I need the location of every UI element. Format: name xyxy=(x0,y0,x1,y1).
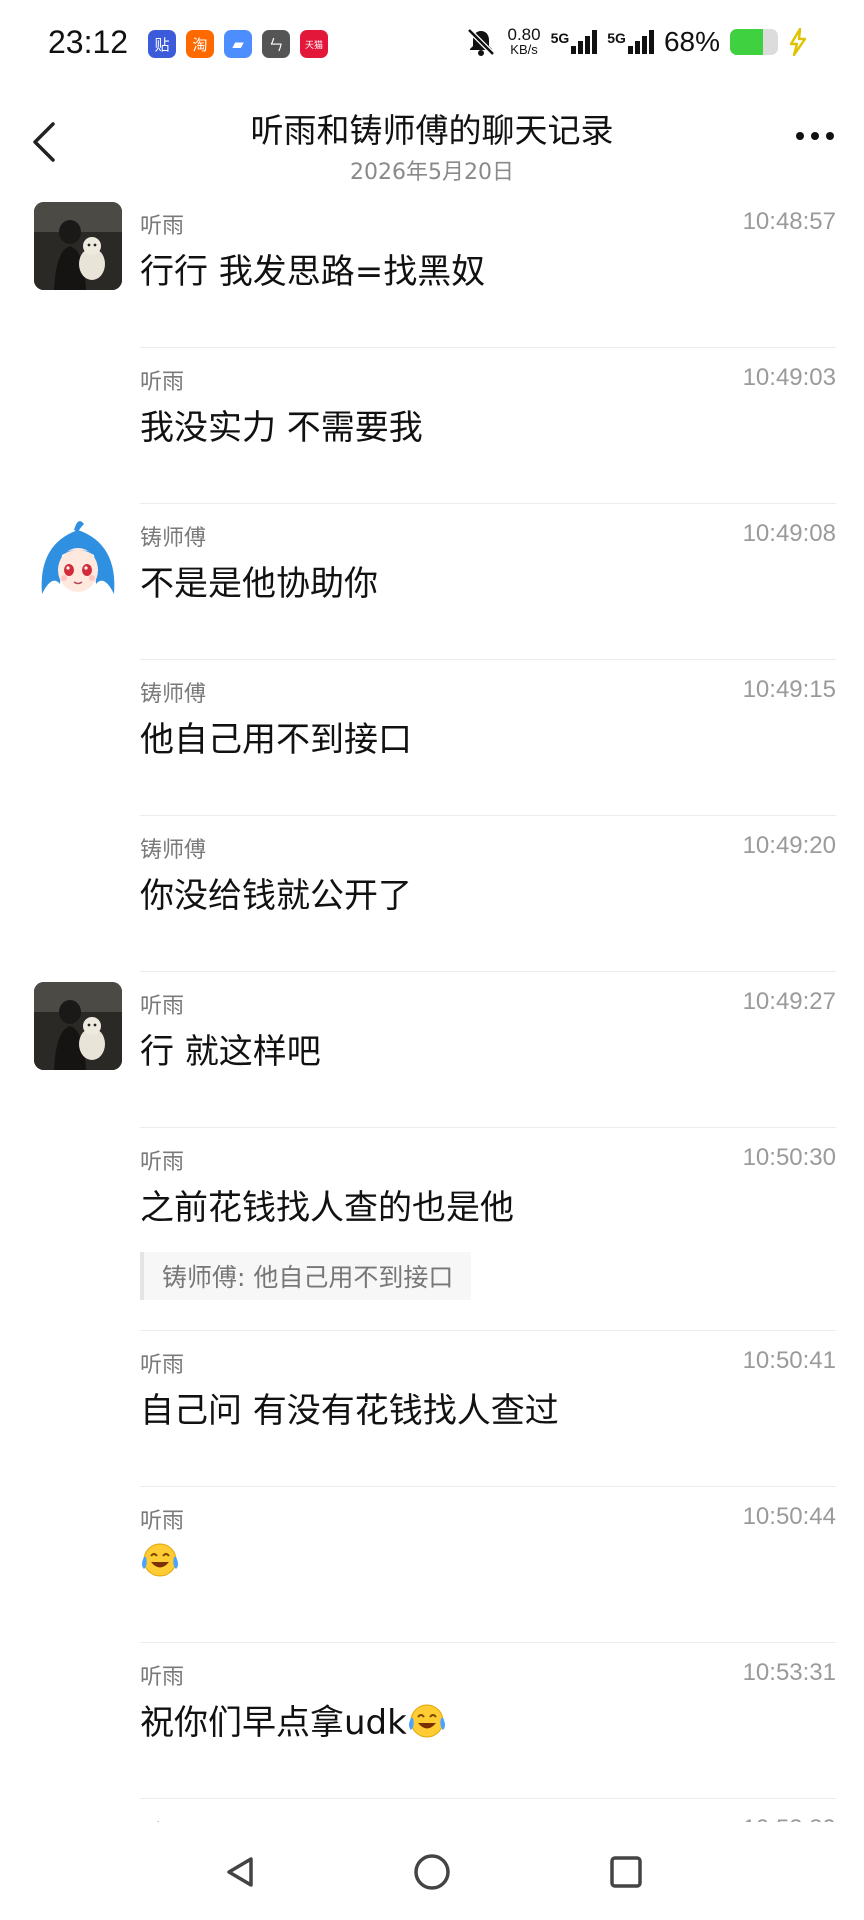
message-text: 我没实力 不需要我 xyxy=(140,400,423,449)
message-item[interactable]: 听雨 10:53:39 xyxy=(0,1799,864,1822)
message-time: 10:49:15 xyxy=(742,676,836,703)
message-time: 10:49:20 xyxy=(742,832,836,859)
status-time: 23:12 xyxy=(48,24,129,60)
status-indicators: 0.80 KB/s 5G 5G 68% xyxy=(465,26,808,58)
sender-name: 铸师傅 xyxy=(140,526,207,551)
message-text-content: 之前花钱找人查的也是他 xyxy=(140,1188,514,1228)
message-text: 之前花钱找人查的也是他 xyxy=(140,1180,514,1229)
sender-name: 听雨 xyxy=(140,1353,185,1378)
message-text-content: 他自己用不到接口 xyxy=(140,720,412,760)
sender-name: 听雨 xyxy=(140,1150,185,1175)
message-text-content: 不是是他协助你 xyxy=(140,564,378,604)
bell-muted-icon xyxy=(467,28,496,56)
more-options-button[interactable] xyxy=(796,132,834,140)
sender-name: 听雨 xyxy=(140,1509,185,1534)
message-text-content: 行 就这样吧 xyxy=(140,1032,321,1072)
sender-name: 听雨 xyxy=(140,1815,184,1822)
message-text-content: 我没实力 不需要我 xyxy=(140,408,423,448)
sender-name: 听雨 xyxy=(140,994,185,1019)
sender-name: 铸师傅 xyxy=(140,682,207,707)
message-text-content: 行行 我发思路=找黑奴 xyxy=(140,252,486,292)
message-text: 不是是他协助你 xyxy=(140,556,378,605)
triangle-back-icon xyxy=(227,1857,253,1887)
message-time: 10:49:03 xyxy=(742,364,836,391)
charging-bolt-icon xyxy=(789,28,807,56)
message-text: 自己问 有没有花钱找人查过 xyxy=(140,1383,559,1432)
message-item[interactable]: 铸师傅 10:49:15 他自己用不到接口 xyxy=(0,660,864,816)
message-time: 10:53:39 xyxy=(743,1815,836,1822)
message-text: 你没给钱就公开了 xyxy=(140,868,412,917)
message-item[interactable]: 听雨 10:50:41 自己问 有没有花钱找人查过 xyxy=(0,1331,864,1487)
sim2-label: 5G xyxy=(607,30,626,46)
sender-name: 听雨 xyxy=(140,370,185,395)
message-item[interactable]: 听雨 10:49:27 行 就这样吧 xyxy=(0,972,864,1128)
network-speed-value: 0.80 xyxy=(507,25,541,44)
sync-icon: ㄣ xyxy=(262,30,290,58)
sender-name: 听雨 xyxy=(140,1665,185,1690)
message-text-content: 自己问 有没有花钱找人查过 xyxy=(140,1391,559,1431)
chat-bubbles-icon: ▰ xyxy=(224,30,252,58)
avatar[interactable] xyxy=(34,982,122,1070)
page-title: 听雨和铸师傅的聊天记录 xyxy=(250,111,614,150)
message-time: 10:53:31 xyxy=(742,1659,836,1686)
message-text: 他自己用不到接口 xyxy=(140,712,412,761)
network-speed: 0.80 KB/s xyxy=(507,25,541,57)
chat-history-header: 听雨和铸师傅的聊天记录 2026年5月20日 xyxy=(0,92,864,192)
nav-home-button[interactable] xyxy=(404,1844,460,1900)
square-recents-icon xyxy=(610,1856,642,1888)
avatar[interactable] xyxy=(34,202,122,290)
signal-sim1: 5G xyxy=(551,30,598,54)
tieba-icon: 贴 xyxy=(148,30,176,58)
circle-home-icon xyxy=(414,1854,450,1890)
tmall-icon: 天猫 xyxy=(300,30,328,58)
message-item[interactable]: 听雨 10:48:57 行行 我发思路=找黑奴 xyxy=(0,192,864,348)
signal-bars-icon xyxy=(571,30,598,54)
battery-percent: 68% xyxy=(663,26,720,57)
message-time: 10:49:08 xyxy=(742,520,836,547)
notification-app-icons: 贴淘 ▰ ㄣ天猫 xyxy=(148,30,328,58)
signal-bars-icon xyxy=(627,30,654,54)
taobao-icon: 淘 xyxy=(186,30,214,58)
message-text: 行行 我发思路=找黑奴 xyxy=(140,244,485,293)
message-text: 祝你们早点拿udk xyxy=(140,1695,447,1744)
message-item[interactable]: 听雨 10:49:03 我没实力 不需要我 xyxy=(0,348,864,504)
laugh-cry-emoji-icon xyxy=(140,1539,180,1579)
message-text-content: 你没给钱就公开了 xyxy=(140,876,412,916)
nav-recents-button[interactable] xyxy=(598,1844,654,1900)
message-item[interactable]: 听雨 10:50:30 之前花钱找人查的也是他铸师傅: 他自己用不到接口 xyxy=(0,1128,864,1331)
message-time: 10:50:44 xyxy=(742,1503,836,1530)
page-date: 2026年5月20日 xyxy=(350,160,514,185)
status-bar: 23:12 贴淘 ▰ ㄣ天猫 0.80 KB/s 5G 5G 68% xyxy=(0,0,864,92)
laugh-cry-emoji-icon xyxy=(142,1543,178,1577)
battery-level xyxy=(730,29,763,55)
system-nav-bar xyxy=(0,1822,864,1920)
avatar[interactable] xyxy=(34,514,122,602)
message-time: 10:49:27 xyxy=(742,988,836,1015)
nav-back-button[interactable] xyxy=(212,1844,268,1900)
message-text-content: 祝你们早点拿udk xyxy=(140,1703,407,1743)
message-list[interactable]: 听雨 10:48:57 行行 我发思路=找黑奴 听雨 10:49:03 我没实力 不需要我… xyxy=(0,192,864,1822)
message-item[interactable]: 铸师傅 10:49:20 你没给钱就公开了 xyxy=(0,816,864,972)
message-text: 行 就这样吧 xyxy=(140,1024,321,1073)
sim1-label: 5G xyxy=(550,30,570,46)
sender-name: 听雨 xyxy=(140,214,185,239)
laugh-cry-emoji-icon xyxy=(407,1700,447,1740)
laugh-cry-emoji-icon xyxy=(408,1704,445,1737)
quoted-reply[interactable]: 铸师傅: 他自己用不到接口 xyxy=(140,1252,472,1300)
message-time: 10:48:57 xyxy=(742,208,836,235)
network-speed-unit: KB/s xyxy=(510,42,538,57)
message-text xyxy=(140,1539,180,1579)
message-time: 10:50:30 xyxy=(742,1144,836,1171)
signal-sim2: 5G xyxy=(607,30,654,54)
message-time: 10:50:41 xyxy=(742,1347,836,1374)
message-item[interactable]: 听雨 10:50:44 xyxy=(0,1487,864,1643)
sender-name: 铸师傅 xyxy=(140,838,207,863)
battery-icon xyxy=(730,29,778,55)
message-item[interactable]: 铸师傅 10:49:08 不是是他协助你 xyxy=(0,504,864,660)
message-item[interactable]: 听雨 10:53:31 祝你们早点拿udk xyxy=(0,1643,864,1799)
